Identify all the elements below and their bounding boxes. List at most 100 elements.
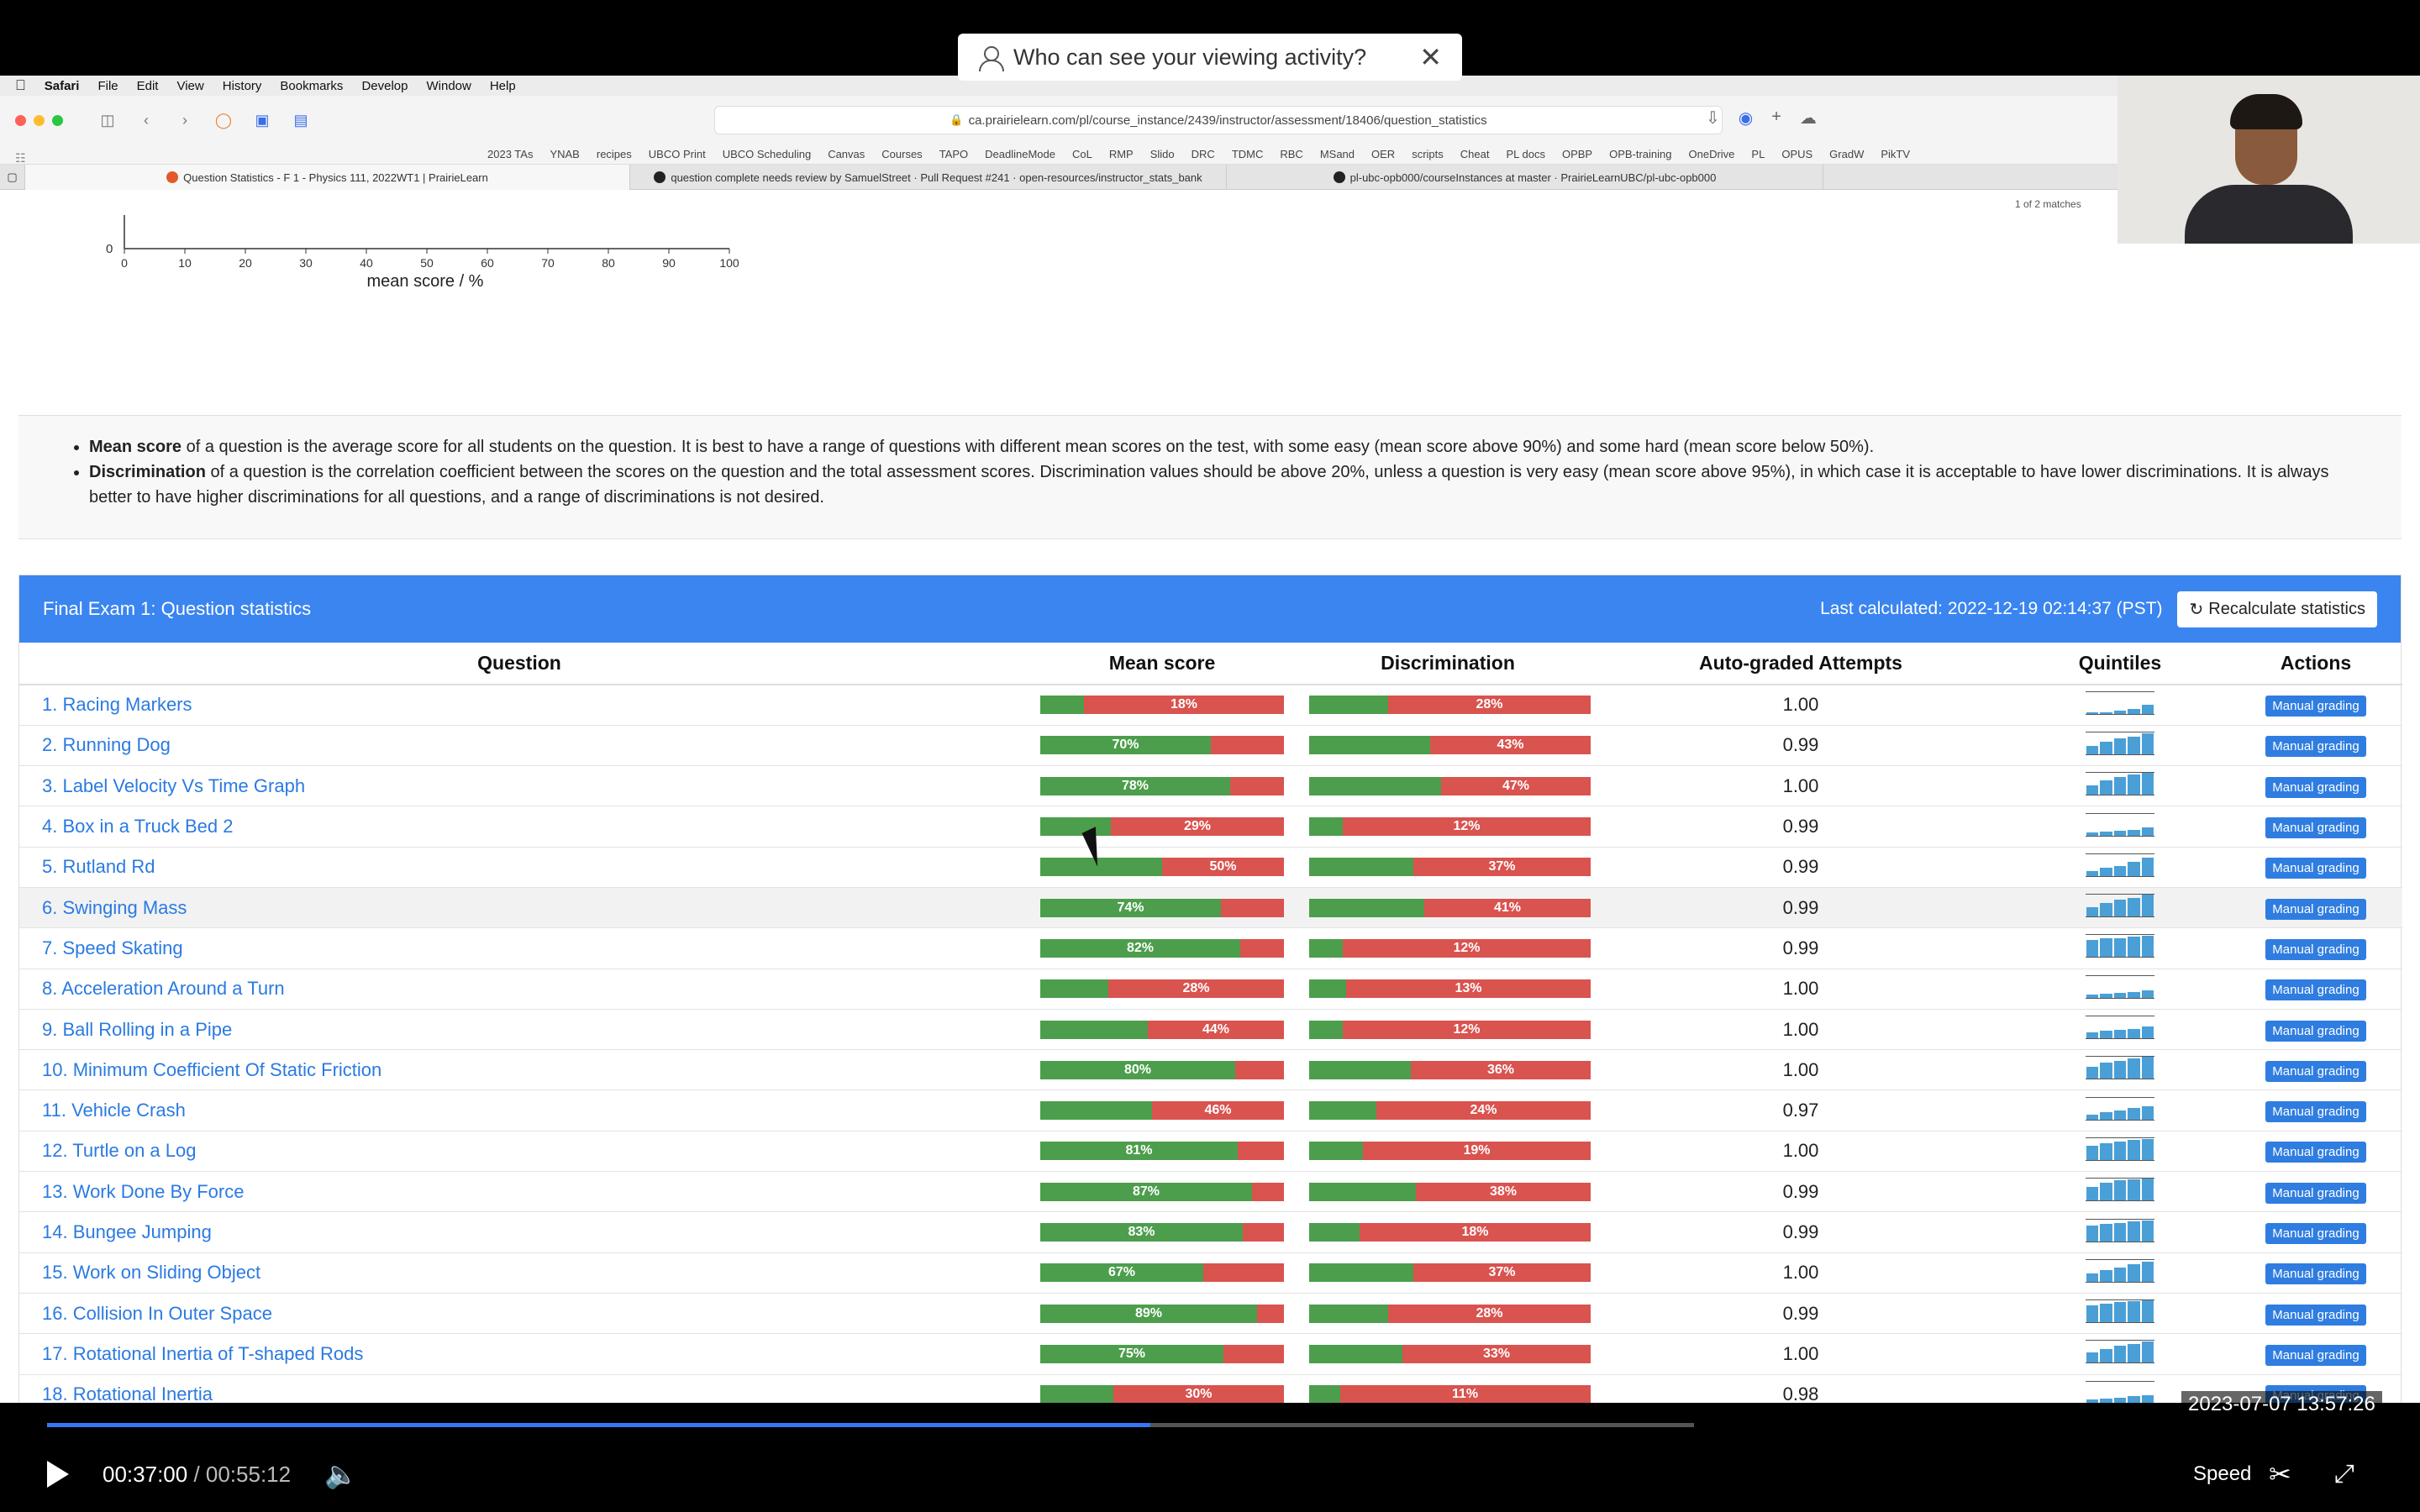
menu-view[interactable]: View: [176, 79, 203, 93]
header-discrimination[interactable]: Discrimination: [1305, 643, 1591, 685]
bookmark[interactable]: recipes: [597, 148, 632, 160]
bookmark[interactable]: RBC: [1280, 148, 1302, 160]
manual-grading-button[interactable]: Manual grading: [2265, 1182, 2366, 1204]
download-icon[interactable]: ⇩: [1706, 108, 1720, 129]
manual-grading-button[interactable]: Manual grading: [2265, 1344, 2366, 1366]
bookmark[interactable]: PL docs: [1506, 148, 1545, 160]
bookmark[interactable]: CoL: [1072, 148, 1092, 160]
question-link[interactable]: 10. Minimum Coefficient Of Static Fricti…: [19, 1049, 1019, 1091]
tab-pull-request[interactable]: question complete needs review by Samuel…: [630, 165, 1227, 190]
play-icon[interactable]: [47, 1461, 69, 1488]
bookmark[interactable]: OPBP: [1562, 148, 1592, 160]
question-link[interactable]: 7. Speed Skating: [19, 927, 1019, 969]
bookmark[interactable]: OER: [1371, 148, 1395, 160]
question-link[interactable]: 5. Rutland Rd: [19, 847, 1019, 888]
minimize-window-button[interactable]: [34, 114, 45, 126]
viewing-activity-banner[interactable]: Who can see your viewing activity? ✕: [958, 34, 1462, 81]
manual-grading-button[interactable]: Manual grading: [2265, 1020, 2366, 1042]
extension-icon[interactable]: ◯: [213, 111, 234, 129]
manual-grading-button[interactable]: Manual grading: [2265, 858, 2366, 879]
speed-button[interactable]: Speed: [2193, 1462, 2251, 1486]
recalculate-button[interactable]: ↻ Recalculate statistics: [2177, 591, 2377, 627]
forward-icon[interactable]: ›: [174, 111, 196, 129]
menu-help[interactable]: Help: [490, 79, 516, 93]
sidebar-icon[interactable]: ◫: [97, 111, 118, 129]
menu-safari[interactable]: Safari: [45, 79, 80, 93]
bookmark[interactable]: OneDrive: [1689, 148, 1735, 160]
tab-github-repo[interactable]: pl-ubc-opb000/courseInstances at master …: [1227, 165, 1823, 190]
volume-icon[interactable]: 🔈: [324, 1458, 358, 1490]
fullscreen-icon[interactable]: ⤢: [2334, 1460, 2354, 1488]
menu-develop[interactable]: Develop: [361, 79, 408, 93]
apple-icon[interactable]: : [15, 77, 26, 94]
menu-edit[interactable]: Edit: [137, 79, 159, 93]
tab-overview-button[interactable]: ▢: [0, 165, 25, 190]
manual-grading-button[interactable]: Manual grading: [2265, 1101, 2366, 1123]
manual-grading-button[interactable]: Manual grading: [2265, 1060, 2366, 1082]
bookmark[interactable]: OPUS: [1781, 148, 1812, 160]
bookmark[interactable]: MSand: [1320, 148, 1355, 160]
bookmark[interactable]: UBCO Print: [649, 148, 706, 160]
manual-grading-button[interactable]: Manual grading: [2265, 898, 2366, 920]
manual-grading-button[interactable]: Manual grading: [2265, 1304, 2366, 1326]
bookmark[interactable]: YNAB: [550, 148, 579, 160]
back-icon[interactable]: ‹: [135, 111, 157, 129]
question-link[interactable]: 12. Turtle on a Log: [19, 1131, 1019, 1173]
question-link[interactable]: 2. Running Dog: [19, 725, 1019, 767]
grid-icon[interactable]: ☷: [15, 151, 32, 165]
extension-icon[interactable]: ▣: [251, 111, 273, 129]
question-link[interactable]: 9. Ball Rolling in a Pipe: [19, 1009, 1019, 1051]
extension-icon[interactable]: ▤: [290, 111, 312, 129]
address-bar[interactable]: 🔒 ca.prairielearn.com/pl/course_instance…: [714, 106, 1723, 134]
bookmark[interactable]: DeadlineMode: [985, 148, 1055, 160]
bookmark[interactable]: TAPO: [939, 148, 968, 160]
question-link[interactable]: 15. Work on Sliding Object: [19, 1252, 1019, 1294]
question-link[interactable]: 11. Vehicle Crash: [19, 1089, 1019, 1131]
question-link[interactable]: 3. Label Velocity Vs Time Graph: [19, 765, 1019, 807]
password-icon[interactable]: ◉: [1739, 108, 1753, 129]
manual-grading-button[interactable]: Manual grading: [2265, 776, 2366, 798]
manual-grading-button[interactable]: Manual grading: [2265, 938, 2366, 960]
bookmark[interactable]: Cheat: [1460, 148, 1490, 160]
new-tab-icon[interactable]: +: [1771, 108, 1781, 129]
close-window-button[interactable]: [15, 114, 26, 126]
zoom-window-button[interactable]: [52, 114, 63, 126]
manual-grading-button[interactable]: Manual grading: [2265, 817, 2366, 839]
manual-grading-button[interactable]: Manual grading: [2265, 1223, 2366, 1244]
bookmark[interactable]: GradW: [1829, 148, 1864, 160]
question-link[interactable]: 6. Swinging Mass: [19, 887, 1019, 929]
bookmark[interactable]: TDMC: [1232, 148, 1264, 160]
manual-grading-button[interactable]: Manual grading: [2265, 979, 2366, 1001]
question-link[interactable]: 16. Collision In Outer Space: [19, 1293, 1019, 1335]
video-progress-bar[interactable]: [47, 1423, 1694, 1427]
menu-history[interactable]: History: [223, 79, 262, 93]
cloud-icon[interactable]: ☁: [1800, 108, 1817, 129]
question-link[interactable]: 14. Bungee Jumping: [19, 1211, 1019, 1253]
bookmark[interactable]: Slido: [1150, 148, 1175, 160]
close-icon[interactable]: ✕: [1419, 41, 1442, 73]
manual-grading-button[interactable]: Manual grading: [2265, 736, 2366, 758]
header-question[interactable]: Question: [19, 643, 1019, 685]
header-mean-score[interactable]: Mean score: [1019, 643, 1305, 685]
question-link[interactable]: 13. Work Done By Force: [19, 1171, 1019, 1213]
bookmark[interactable]: scripts: [1412, 148, 1444, 160]
manual-grading-button[interactable]: Manual grading: [2265, 696, 2366, 717]
manual-grading-button[interactable]: Manual grading: [2265, 1263, 2366, 1285]
tab-question-statistics[interactable]: Question Statistics - F 1 - Physics 111,…: [25, 165, 630, 190]
question-link[interactable]: 8. Acceleration Around a Turn: [19, 969, 1019, 1010]
menu-window[interactable]: Window: [426, 79, 471, 93]
bookmark[interactable]: DRC: [1192, 148, 1215, 160]
question-link[interactable]: 17. Rotational Inertia of T-shaped Rods: [19, 1333, 1019, 1375]
bookmark[interactable]: PL: [1751, 148, 1765, 160]
bookmark[interactable]: PikTV: [1881, 148, 1910, 160]
bookmark[interactable]: 2023 TAs: [487, 148, 533, 160]
question-link[interactable]: 4. Box in a Truck Bed 2: [19, 806, 1019, 848]
bookmark[interactable]: UBCO Scheduling: [723, 148, 812, 160]
menu-bookmarks[interactable]: Bookmarks: [280, 79, 343, 93]
bookmark[interactable]: Courses: [881, 148, 922, 160]
header-attempts[interactable]: Auto-graded Attempts: [1591, 643, 2011, 685]
menu-file[interactable]: File: [97, 79, 118, 93]
bookmark[interactable]: RMP: [1109, 148, 1134, 160]
question-link[interactable]: 1. Racing Markers: [19, 685, 1019, 726]
bookmark[interactable]: OPB-training: [1609, 148, 1671, 160]
